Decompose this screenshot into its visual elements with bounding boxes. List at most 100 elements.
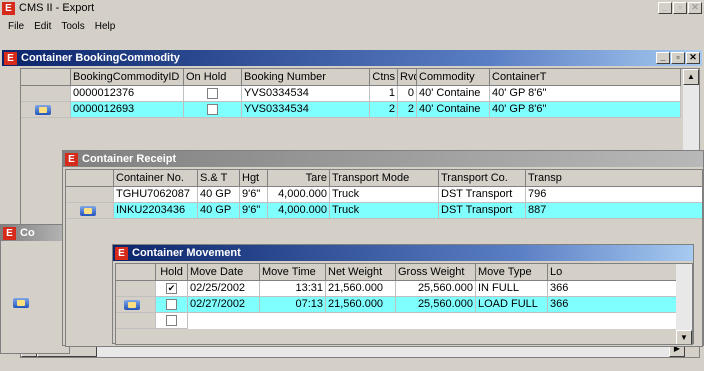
container-receipt-titlebar: E Container Receipt — [63, 151, 703, 167]
bc-close-button[interactable]: ✕ — [686, 52, 700, 64]
cm-col-movedate[interactable]: Move Date — [188, 264, 260, 281]
cm-col-netweight[interactable]: Net Weight — [326, 264, 396, 281]
main-title: CMS II - Export — [19, 2, 95, 14]
cr-cell: INKU2203436 — [114, 203, 198, 219]
menu-file[interactable]: File — [4, 21, 28, 32]
hold-checkbox[interactable]: ✔ — [166, 282, 177, 294]
cr-col-st[interactable]: S.& T — [198, 170, 240, 187]
bc-table-row[interactable]: 0000012376 YVS0334534 1 0 40' Containe 4… — [21, 86, 681, 102]
cr-row-indicator[interactable] — [66, 203, 114, 219]
bc-col-bookingnumber[interactable]: Booking Number — [242, 69, 370, 86]
bc-col-ctns[interactable]: Ctns — [370, 69, 398, 86]
cm-cell: 25,560.000 — [396, 281, 476, 297]
cr-cell: 9'6" — [240, 203, 268, 219]
cm-col-hold[interactable]: Hold — [156, 264, 188, 281]
background-window-titlebar: E Co — [1, 225, 69, 241]
menu-edit[interactable]: Edit — [30, 21, 55, 32]
hold-checkbox[interactable] — [166, 298, 177, 310]
cr-col-hgt[interactable]: Hgt — [240, 170, 268, 187]
menu-tools[interactable]: Tools — [57, 21, 88, 32]
cr-cell: 4,000.000 — [268, 203, 330, 219]
cm-col-grossweight[interactable]: Gross Weight — [396, 264, 476, 281]
cm-col-lo[interactable]: Lo — [548, 264, 678, 281]
close-button[interactable]: ✕ — [688, 2, 702, 14]
bc-cell: YVS0334534 — [242, 86, 370, 102]
current-row-icon — [35, 105, 51, 115]
cm-header-indicator — [116, 264, 156, 281]
cm-row-indicator[interactable] — [116, 297, 156, 313]
bc-col-containert[interactable]: ContainerT — [490, 69, 681, 86]
menu-help[interactable]: Help — [91, 21, 120, 32]
container-movement-titlebar: E Container Movement — [113, 245, 693, 261]
window-icon: E — [4, 51, 17, 65]
cr-row-indicator[interactable] — [66, 187, 114, 203]
bc-col-commodity[interactable]: Commodity — [417, 69, 490, 86]
current-row-icon — [80, 206, 96, 216]
booking-commodity-titlebar: E Container BookingCommodity _ ▫ ✕ — [2, 50, 702, 66]
bc-cell: 0000012376 — [71, 86, 184, 102]
cm-cell: 366 — [548, 281, 678, 297]
bc-onhold-cell — [184, 86, 242, 102]
cr-col-transportmode[interactable]: Transport Mode — [330, 170, 439, 187]
hold-checkbox[interactable] — [166, 314, 177, 326]
bc-cell: 40' GP 8'6" — [490, 102, 681, 118]
cr-cell: 4,000.000 — [268, 187, 330, 203]
bc-minimize-button[interactable]: _ — [656, 52, 670, 64]
cm-col-movetype[interactable]: Move Type — [476, 264, 548, 281]
cr-cell: 9'6" — [240, 187, 268, 203]
cm-hold-cell — [156, 313, 188, 329]
bc-cell: 0000012693 — [71, 102, 184, 118]
container-movement-grid: Hold Move Date Move Time Net Weight Gros… — [115, 263, 693, 345]
cr-table-row[interactable]: TGHU7062087 40 GP 9'6" 4,000.000 Truck D… — [66, 187, 702, 203]
bc-col-rvd[interactable]: Rvd — [398, 69, 417, 86]
maximize-button[interactable]: ▫ — [673, 2, 687, 14]
cr-col-containerno[interactable]: Container No. — [114, 170, 198, 187]
bc-cell: 2 — [370, 102, 398, 118]
container-movement-title: Container Movement — [132, 247, 241, 259]
cm-vertical-scrollbar[interactable]: ▼ — [676, 264, 692, 344]
cr-col-transportco[interactable]: Transport Co. — [439, 170, 526, 187]
cm-cell: 07:13 — [260, 297, 326, 313]
bc-cell: 1 — [370, 86, 398, 102]
cm-table-row-selected[interactable]: 02/27/2002 07:13 21,560.000 25,560.000 L… — [116, 297, 678, 313]
cm-row-indicator[interactable] — [116, 313, 156, 329]
cm-col-movetime[interactable]: Move Time — [260, 264, 326, 281]
cr-header-indicator — [66, 170, 114, 187]
cr-header: Container No. S.& T Hgt Tare Transport M… — [66, 170, 702, 187]
bc-row-indicator[interactable] — [21, 86, 71, 102]
menu-bar: File Edit Tools Help — [0, 18, 119, 34]
minimize-button[interactable]: _ — [658, 2, 672, 14]
cr-cell: Truck — [330, 187, 439, 203]
bc-col-onhold[interactable]: On Hold — [184, 69, 242, 86]
cm-table-row-new[interactable] — [116, 313, 678, 329]
cm-hold-cell — [156, 297, 188, 313]
bc-col-bookingcommodityid[interactable]: BookingCommodityID — [71, 69, 184, 86]
cr-col-tare[interactable]: Tare — [268, 170, 330, 187]
container-movement-window: E Container Movement Hold Move Date Move… — [112, 244, 694, 345]
bc-onhold-cell — [184, 102, 242, 118]
cm-cell: 13:31 — [260, 281, 326, 297]
cr-col-transp[interactable]: Transp — [526, 170, 702, 187]
cm-cell: IN FULL — [476, 281, 548, 297]
scroll-down-icon[interactable]: ▼ — [676, 330, 692, 344]
cm-cell: 366 — [548, 297, 678, 313]
bc-maximize-button[interactable]: ▫ — [671, 52, 685, 64]
main-titlebar: E CMS II - Export _ ▫ ✕ — [0, 0, 704, 16]
cr-cell: 40 GP — [198, 187, 240, 203]
background-window: E Co — [0, 224, 70, 354]
bc-row-indicator[interactable] — [21, 102, 71, 118]
container-receipt-title: Container Receipt — [82, 153, 177, 165]
cm-row-indicator[interactable] — [116, 281, 156, 297]
scroll-up-icon[interactable]: ▲ — [683, 69, 699, 85]
cr-cell: DST Transport — [439, 203, 526, 219]
cr-table-row-selected[interactable]: INKU2203436 40 GP 9'6" 4,000.000 Truck D… — [66, 203, 702, 219]
onhold-checkbox[interactable] — [207, 87, 218, 99]
bc-header: BookingCommodityID On Hold Booking Numbe… — [21, 69, 681, 86]
onhold-checkbox[interactable] — [207, 103, 218, 115]
window-icon: E — [65, 152, 78, 166]
cr-cell: 796 — [526, 187, 702, 203]
cm-table-row[interactable]: ✔ 02/25/2002 13:31 21,560.000 25,560.000… — [116, 281, 678, 297]
window-icon: E — [115, 246, 128, 260]
bc-table-row-selected[interactable]: 0000012693 YVS0334534 2 2 40' Containe 4… — [21, 102, 681, 118]
window-icon: E — [3, 226, 16, 240]
